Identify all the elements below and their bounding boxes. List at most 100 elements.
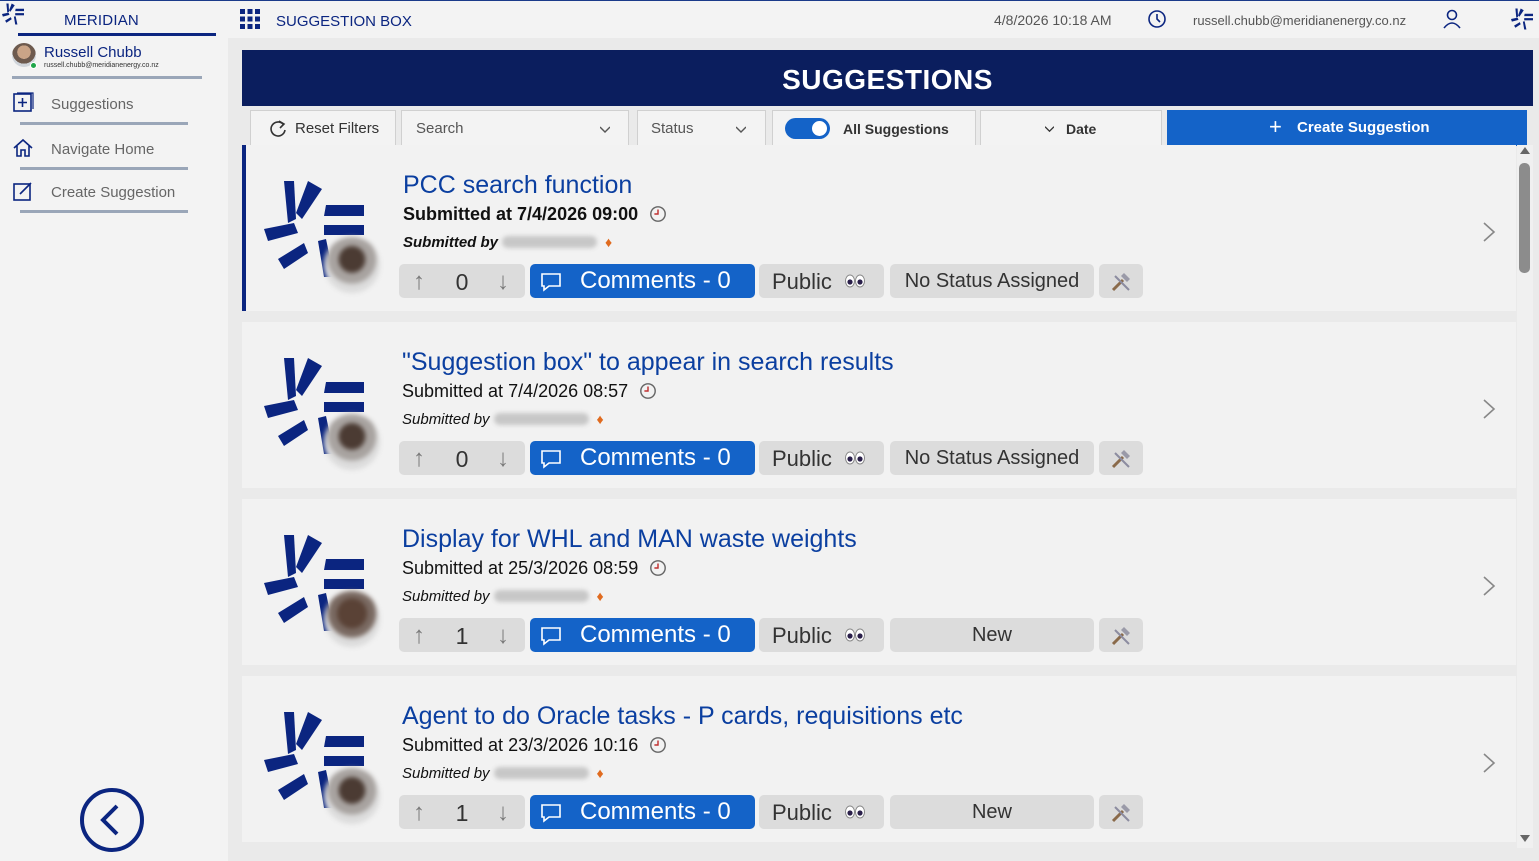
- app-title: SUGGESTION BOX: [276, 13, 412, 30]
- user-email: russell.chubb@meridianenergy.co.nz: [1193, 13, 1407, 28]
- all-suggestions-toggle[interactable]: [785, 118, 830, 139]
- create-suggestion-button[interactable]: + Create Suggestion: [1167, 110, 1527, 146]
- status-label: No Status Assigned: [904, 447, 1080, 469]
- status-badge: New: [890, 618, 1094, 652]
- chevron-down-icon: [600, 126, 610, 133]
- scroll-up-arrow-icon[interactable]: [1520, 147, 1530, 154]
- arrow-down-icon[interactable]: ↓: [497, 268, 509, 296]
- admin-tools-button[interactable]: [1099, 264, 1143, 298]
- submitter-name-redacted: [493, 767, 589, 779]
- submitted-prefix: Submitted at: [402, 735, 504, 755]
- submitted-date: 7/4/2026 09:00: [517, 204, 639, 224]
- status-badge: No Status Assigned: [890, 441, 1094, 475]
- suggestion-card[interactable]: PCC search function Submitted at 7/4/202…: [242, 145, 1516, 311]
- chevron-right-icon[interactable]: [1482, 221, 1496, 243]
- eyes-icon: [845, 274, 865, 288]
- status-badge: No Status Assigned: [890, 264, 1094, 298]
- scroll-down-arrow-icon[interactable]: [1520, 835, 1530, 842]
- visibility-label: Public: [772, 623, 832, 648]
- admin-tools-button[interactable]: [1099, 795, 1143, 829]
- current-datetime: 4/8/2026 10:18 AM: [994, 12, 1112, 28]
- suggestion-card[interactable]: "Suggestion box" to appear in search res…: [242, 322, 1516, 488]
- comment-icon: [541, 450, 561, 469]
- suggestion-title[interactable]: Display for WHL and MAN waste weights: [402, 525, 857, 554]
- submitted-by: Submitted by ♦: [402, 765, 604, 782]
- chevron-right-icon[interactable]: [1482, 752, 1496, 774]
- arrow-down-icon[interactable]: ↓: [497, 622, 509, 650]
- page-header: SUGGESTIONS: [242, 50, 1533, 106]
- comment-icon: [541, 273, 561, 292]
- search-dropdown[interactable]: Search: [401, 110, 629, 146]
- search-placeholder: Search: [416, 120, 464, 137]
- submitter-name-redacted: [493, 413, 589, 425]
- suggestion-title[interactable]: Agent to do Oracle tasks - P cards, requ…: [402, 702, 963, 731]
- status-dropdown[interactable]: Status: [637, 110, 766, 146]
- divider: [20, 122, 188, 125]
- top-bar: MERIDIAN SUGGESTION BOX 4/8/2026 10:18 A…: [0, 0, 1539, 38]
- profile-email: russell.chubb@meridianenergy.co.nz: [44, 62, 159, 69]
- suggestion-title[interactable]: "Suggestion box" to appear in search res…: [402, 348, 894, 377]
- comments-button[interactable]: Comments - 0: [530, 618, 755, 652]
- fire-icon: ♦: [605, 234, 613, 250]
- arrow-down-icon[interactable]: ↓: [497, 799, 509, 827]
- reset-filters-button[interactable]: Reset Filters: [250, 110, 396, 146]
- arrow-down-icon[interactable]: ↓: [497, 445, 509, 473]
- comments-label: Comments - 0: [580, 621, 731, 648]
- comments-label: Comments - 0: [580, 267, 731, 294]
- vote-control: ↑ 1 ↓: [399, 618, 525, 652]
- status-label: New: [971, 624, 1012, 646]
- suggestion-card[interactable]: Agent to do Oracle tasks - P cards, requ…: [242, 676, 1516, 842]
- sidebar: Russell Chubb russell.chubb@meridianener…: [0, 38, 228, 861]
- submitted-by-label: Submitted by: [402, 411, 490, 428]
- suggestion-title[interactable]: PCC search function: [403, 171, 632, 200]
- brand-name: MERIDIAN: [64, 12, 139, 29]
- comment-icon: [541, 804, 561, 823]
- comments-button[interactable]: Comments - 0: [530, 441, 755, 475]
- visibility-badge: Public: [759, 264, 884, 298]
- edit-icon: [13, 182, 32, 201]
- meridian-logo-icon[interactable]: [1511, 8, 1533, 30]
- user-icon[interactable]: [1442, 9, 1462, 29]
- plus-icon: +: [1269, 114, 1282, 139]
- chevron-right-icon[interactable]: [1482, 398, 1496, 420]
- comments-button[interactable]: Comments - 0: [530, 264, 755, 298]
- comments-label: Comments - 0: [580, 444, 731, 471]
- sidebar-item-label: Create Suggestion: [51, 184, 176, 201]
- clock-icon: [649, 736, 667, 754]
- list-scrollbar[interactable]: [1517, 145, 1533, 848]
- scroll-thumb[interactable]: [1519, 163, 1530, 273]
- suggestion-list: PCC search function Submitted at 7/4/202…: [242, 145, 1516, 861]
- sidebar-item-navigate-home[interactable]: Navigate Home: [12, 131, 192, 171]
- status-label: No Status Assigned: [904, 270, 1080, 292]
- avatar: [324, 414, 380, 470]
- eyes-icon: [845, 805, 865, 819]
- chevron-down-icon: [736, 126, 746, 133]
- meridian-logo-icon[interactable]: [2, 3, 24, 25]
- admin-tools-button[interactable]: [1099, 441, 1143, 475]
- all-suggestions-filter: All Suggestions: [772, 110, 976, 146]
- submitted-prefix: Submitted at: [402, 381, 504, 401]
- divider: [20, 210, 188, 213]
- app-launcher-icon[interactable]: [240, 9, 260, 29]
- status-label: New: [971, 801, 1012, 823]
- comments-button[interactable]: Comments - 0: [530, 795, 755, 829]
- submitted-date: 25/3/2026 08:59: [508, 558, 639, 578]
- submitter-name-redacted: [502, 236, 598, 248]
- visibility-badge: Public: [759, 795, 884, 829]
- sidebar-item-suggestions[interactable]: Suggestions: [12, 86, 192, 126]
- visibility-badge: Public: [759, 441, 884, 475]
- submitter-name-redacted: [493, 590, 589, 602]
- back-button[interactable]: [80, 788, 144, 852]
- date-sort-dropdown[interactable]: Date: [980, 110, 1162, 146]
- submitted-by: Submitted by ♦: [403, 234, 612, 251]
- submitted-date: 23/3/2026 10:16: [508, 735, 639, 755]
- sidebar-item-create-suggestion[interactable]: Create Suggestion: [12, 174, 192, 214]
- admin-tools-button[interactable]: [1099, 618, 1143, 652]
- suggestion-card[interactable]: Display for WHL and MAN waste weights Su…: [242, 499, 1516, 665]
- profile-name: Russell Chubb: [44, 44, 142, 61]
- submitted-by-label: Submitted by: [402, 765, 490, 782]
- refresh-icon: [270, 120, 286, 137]
- chevron-right-icon[interactable]: [1482, 575, 1496, 597]
- vote-control: ↑ 0 ↓: [399, 441, 525, 475]
- suggestion-submitted-at: Submitted at 25/3/2026 08:59: [402, 558, 667, 579]
